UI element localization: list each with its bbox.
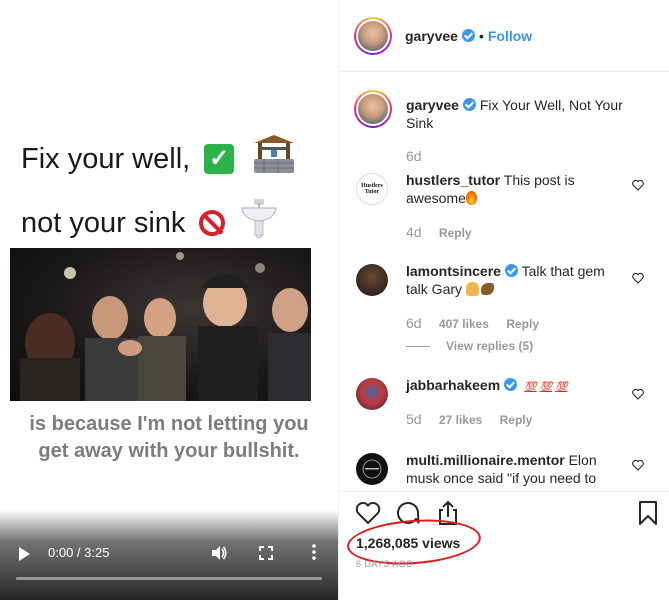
header-username[interactable]: garyvee xyxy=(405,28,458,44)
separator-dot: • xyxy=(478,28,484,44)
caption-meta: 6d xyxy=(406,148,436,164)
comment-age: 6d xyxy=(406,315,422,331)
check-mark-icon: ✓ xyxy=(204,144,235,174)
post-date[interactable]: 6 DAYS AGO xyxy=(356,559,413,569)
like-heart-icon[interactable] xyxy=(632,388,644,400)
caption-username[interactable]: garyvee xyxy=(406,97,459,113)
headline-line-2: not your sink xyxy=(21,197,279,249)
fullscreen-icon[interactable] xyxy=(259,546,273,560)
comment-body: multi.millionaire.mentor Elon musk once … xyxy=(406,451,628,487)
video-caption: is because I'm not letting you get away … xyxy=(0,411,338,465)
reply-button[interactable]: Reply xyxy=(506,317,539,331)
replies-divider xyxy=(406,346,430,348)
avatar[interactable] xyxy=(356,264,388,296)
post-header: garyvee • Follow xyxy=(339,0,669,72)
likes-count[interactable]: 407 likes xyxy=(439,317,489,331)
headline-text-1: Fix your well, xyxy=(21,142,191,175)
comment-username[interactable]: hustlers_tutor xyxy=(406,172,500,188)
post-actions: 1,268,085 views 6 DAYS AGO xyxy=(339,491,669,600)
video-controls: 0:00 / 3:25 xyxy=(0,510,338,600)
comment-age: 4d xyxy=(406,224,422,240)
comment-body: lamontsincere Talk that gem talk Gary xyxy=(406,262,628,298)
video-frame-photo xyxy=(10,248,311,401)
reply-button[interactable]: Reply xyxy=(439,226,472,240)
flexed-biceps-icon xyxy=(480,283,494,295)
hundred-points-icon: 💯 xyxy=(554,382,568,393)
comment-username[interactable]: jabbarhakeem xyxy=(406,377,500,393)
heart-icon[interactable] xyxy=(355,500,381,526)
timecode: 0:00 / 3:25 xyxy=(48,545,110,560)
avatar[interactable] xyxy=(356,378,388,410)
comments-list[interactable]: garyvee Fix Your Well, Not Your Sink 6d … xyxy=(339,73,669,491)
like-heart-icon[interactable] xyxy=(632,459,644,471)
comment-meta: 5d 27 likes Reply xyxy=(406,411,546,427)
verified-icon xyxy=(504,378,518,391)
well-icon xyxy=(248,133,300,185)
header-user-line: garyvee • Follow xyxy=(405,28,532,44)
like-heart-icon[interactable] xyxy=(632,179,644,191)
prohibited-icon xyxy=(199,210,226,236)
headline-text-2: not your sink xyxy=(21,206,186,239)
comment-meta: 6d 407 likes Reply xyxy=(406,315,553,331)
like-heart-icon[interactable] xyxy=(632,272,644,284)
follow-button[interactable]: Follow xyxy=(488,28,532,44)
comment-age: 5d xyxy=(406,411,422,427)
reply-button[interactable]: Reply xyxy=(500,413,533,427)
post-panel: garyvee • Follow garyvee Fix Your Well, No… xyxy=(338,0,669,600)
progress-bar[interactable] xyxy=(16,577,322,580)
view-replies-button[interactable]: View replies (5) xyxy=(406,339,533,353)
caption-body: garyvee Fix Your Well, Not Your Sink xyxy=(406,96,628,132)
verified-icon xyxy=(462,98,476,111)
play-icon[interactable] xyxy=(19,547,30,561)
verified-icon xyxy=(461,29,475,42)
avatar[interactable] xyxy=(354,90,392,128)
verified-icon xyxy=(504,264,518,277)
hundred-points-icon: 💯 xyxy=(524,382,537,393)
sink-icon xyxy=(239,197,279,249)
more-vert-icon[interactable] xyxy=(312,544,316,560)
comment-username[interactable]: multi.millionaire.mentor xyxy=(406,452,565,468)
avatar[interactable] xyxy=(354,17,392,55)
fire-icon xyxy=(465,191,477,205)
avatar[interactable] xyxy=(356,453,388,485)
video-player[interactable]: Fix your well, ✓ not your sink is becaus… xyxy=(0,0,338,600)
comment-body: hustlers_tutor This post is awesome xyxy=(406,171,628,207)
hundred-points-icon: 💯 xyxy=(539,382,552,393)
caption-age: 6d xyxy=(406,148,422,164)
volume-icon[interactable] xyxy=(210,544,228,562)
headline-line-1: Fix your well, ✓ xyxy=(21,133,300,185)
praying-hands-icon xyxy=(465,282,479,296)
avatar[interactable]: Hustlers Tutor xyxy=(356,173,388,205)
likes-count[interactable]: 27 likes xyxy=(439,413,482,427)
view-replies-label: View replies (5) xyxy=(446,339,534,353)
bookmark-icon[interactable] xyxy=(635,500,661,526)
comment-meta: 4d Reply xyxy=(406,224,486,240)
comment-body: jabbarhakeem 💯 💯 💯 xyxy=(406,376,628,397)
caption-line-2: get away with your bullshit. xyxy=(38,440,300,462)
avatar-logo-text: Hustlers Tutor xyxy=(361,183,383,195)
comment-username[interactable]: lamontsincere xyxy=(406,263,501,279)
caption-line-1: is because I'm not letting you xyxy=(29,413,309,435)
